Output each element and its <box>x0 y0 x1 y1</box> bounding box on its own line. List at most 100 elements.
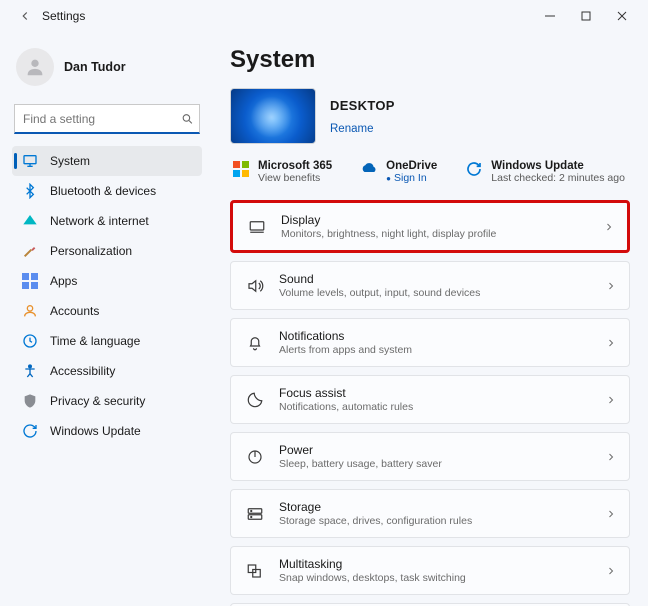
microsoft-icon <box>232 160 250 178</box>
sound-icon <box>245 276 265 296</box>
row-subtitle: Monitors, brightness, night light, displ… <box>281 228 589 240</box>
cloud-row: Microsoft 365 View benefits OneDrive ●Si… <box>230 160 630 184</box>
sidebar-item-label: System <box>50 154 90 168</box>
window-title: Settings <box>42 9 85 23</box>
search-input[interactable] <box>14 104 200 134</box>
sidebar-item-label: Apps <box>50 274 77 288</box>
sidebar-item-accessibility[interactable]: Accessibility <box>12 356 202 386</box>
nav-list: System Bluetooth & devices Network & inter… <box>12 146 202 446</box>
power-icon <box>245 447 265 467</box>
cloud-onedrive[interactable]: OneDrive ●Sign In <box>360 160 437 184</box>
chevron-right-icon <box>603 221 615 233</box>
cloud-onedrive-sub[interactable]: Sign In <box>394 172 427 184</box>
rename-link[interactable]: Rename <box>330 123 373 135</box>
titlebar: Settings <box>0 0 648 32</box>
maximize-button[interactable] <box>568 2 604 30</box>
avatar <box>16 48 54 86</box>
storage-icon <box>245 504 265 524</box>
sidebar-item-apps[interactable]: Apps <box>12 266 202 296</box>
row-title: Display <box>281 213 589 227</box>
bullet-icon: ● <box>386 174 391 183</box>
sidebar-item-label: Time & language <box>50 334 140 348</box>
display-icon <box>247 217 267 237</box>
row-title: Notifications <box>279 329 591 343</box>
sidebar-item-label: Windows Update <box>50 424 141 438</box>
minimize-icon <box>545 11 555 21</box>
person-icon <box>24 56 46 78</box>
cloud-update-title: Windows Update <box>491 160 625 172</box>
cloud-windows-update[interactable]: Windows Update Last checked: 2 minutes a… <box>465 160 625 184</box>
settings-row-display[interactable]: DisplayMonitors, brightness, night light… <box>230 200 630 253</box>
time-icon <box>22 333 38 349</box>
sidebar-item-personalization[interactable]: Personalization <box>12 236 202 266</box>
close-icon <box>617 11 627 21</box>
wallpaper-thumbnail[interactable] <box>230 88 316 144</box>
focus-icon <box>245 390 265 410</box>
row-subtitle: Notifications, automatic rules <box>279 401 591 413</box>
chevron-right-icon <box>605 508 617 520</box>
chevron-right-icon <box>605 280 617 292</box>
settings-row-focus-assist[interactable]: Focus assistNotifications, automatic rul… <box>230 375 630 424</box>
personalization-icon <box>22 243 38 259</box>
arrow-left-icon <box>18 9 32 23</box>
sidebar-item-wifi[interactable]: Network & internet <box>12 206 202 236</box>
apps-icon <box>22 273 38 289</box>
privacy-icon <box>22 393 38 409</box>
close-button[interactable] <box>604 2 640 30</box>
chevron-right-icon <box>605 451 617 463</box>
cloud-icon <box>360 160 378 178</box>
pc-name: DESKTOP <box>330 98 395 113</box>
settings-row-power[interactable]: PowerSleep, battery usage, battery saver <box>230 432 630 481</box>
search-box[interactable] <box>14 104 200 134</box>
sidebar-item-label: Network & internet <box>50 214 149 228</box>
sidebar-item-label: Accounts <box>50 304 99 318</box>
settings-row-multitasking[interactable]: MultitaskingSnap windows, desktops, task… <box>230 546 630 595</box>
profile-name: Dan Tudor <box>64 60 126 74</box>
settings-row-sound[interactable]: SoundVolume levels, output, input, sound… <box>230 261 630 310</box>
sidebar-item-bluetooth[interactable]: Bluetooth & devices <box>12 176 202 206</box>
maximize-icon <box>581 11 591 21</box>
cloud-onedrive-title: OneDrive <box>386 160 437 172</box>
sidebar-item-update[interactable]: Windows Update <box>12 416 202 446</box>
accounts-icon <box>22 303 38 319</box>
sidebar: Dan Tudor System Bluetooth & devices Netwo… <box>0 32 210 606</box>
main-panel: System DESKTOP Rename Microsoft 365 View… <box>210 32 648 606</box>
cloud-update-sub: Last checked: 2 minutes ago <box>491 172 625 184</box>
settings-row-notifications[interactable]: NotificationsAlerts from apps and system <box>230 318 630 367</box>
notifications-icon <box>245 333 265 353</box>
row-subtitle: Volume levels, output, input, sound devi… <box>279 287 591 299</box>
accessibility-icon <box>22 363 38 379</box>
cloud-m365-sub: View benefits <box>258 172 332 184</box>
wifi-icon <box>22 213 38 229</box>
sidebar-item-label: Accessibility <box>50 364 115 378</box>
system-icon <box>22 153 38 169</box>
settings-row-storage[interactable]: StorageStorage space, drives, configurat… <box>230 489 630 538</box>
sidebar-item-accounts[interactable]: Accounts <box>12 296 202 326</box>
row-subtitle: Snap windows, desktops, task switching <box>279 572 591 584</box>
row-subtitle: Storage space, drives, configuration rul… <box>279 515 591 527</box>
back-button[interactable] <box>16 9 34 23</box>
sidebar-item-label: Privacy & security <box>50 394 145 408</box>
sidebar-item-privacy[interactable]: Privacy & security <box>12 386 202 416</box>
sidebar-item-system[interactable]: System <box>12 146 202 176</box>
sidebar-item-time[interactable]: Time & language <box>12 326 202 356</box>
search-icon <box>181 113 194 126</box>
row-title: Focus assist <box>279 386 591 400</box>
sidebar-item-label: Personalization <box>50 244 132 258</box>
profile[interactable]: Dan Tudor <box>12 42 202 102</box>
chevron-right-icon <box>605 337 617 349</box>
cloud-m365-title: Microsoft 365 <box>258 160 332 172</box>
settings-rows: DisplayMonitors, brightness, night light… <box>230 200 630 606</box>
row-title: Storage <box>279 500 591 514</box>
row-title: Sound <box>279 272 591 286</box>
row-subtitle: Alerts from apps and system <box>279 344 591 356</box>
page-title: System <box>230 46 630 74</box>
device-hero: DESKTOP Rename <box>230 88 630 144</box>
chevron-right-icon <box>605 394 617 406</box>
cloud-m365[interactable]: Microsoft 365 View benefits <box>232 160 332 184</box>
update-icon <box>22 423 38 439</box>
minimize-button[interactable] <box>532 2 568 30</box>
multitasking-icon <box>245 561 265 581</box>
sidebar-item-label: Bluetooth & devices <box>50 184 156 198</box>
update-sync-icon <box>465 160 483 178</box>
